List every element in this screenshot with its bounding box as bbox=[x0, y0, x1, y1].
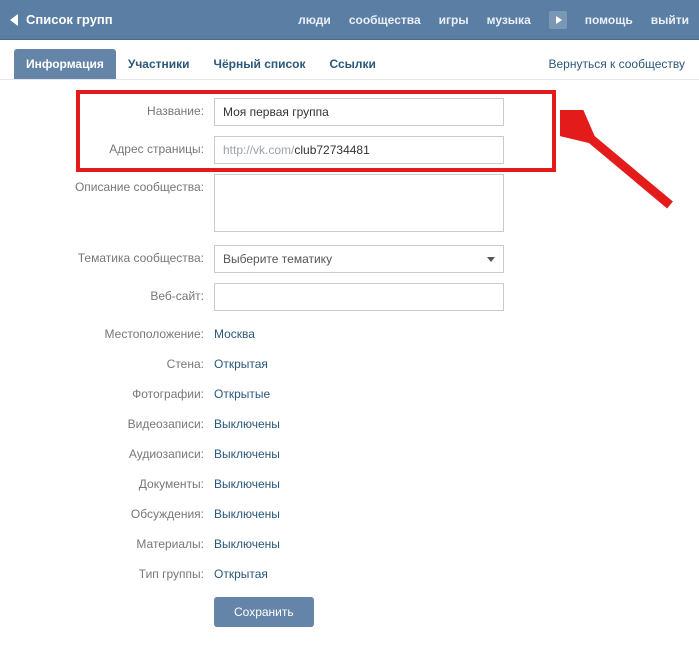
save-button[interactable]: Сохранить bbox=[214, 597, 314, 627]
nav-communities[interactable]: сообщества bbox=[349, 13, 421, 27]
audios-value[interactable]: Выключены bbox=[214, 441, 280, 461]
discussions-label: Обсуждения: bbox=[24, 501, 214, 521]
photos-value[interactable]: Открытые bbox=[214, 381, 270, 401]
address-input[interactable]: http://vk.com/club72734481 bbox=[214, 136, 504, 164]
topbar-title: Список групп bbox=[26, 12, 113, 27]
description-label: Описание сообщества: bbox=[24, 174, 214, 194]
tab-blacklist[interactable]: Чёрный список bbox=[202, 49, 318, 79]
wall-value[interactable]: Открытая bbox=[214, 351, 268, 371]
materials-label: Материалы: bbox=[24, 531, 214, 551]
nav-music[interactable]: музыка bbox=[487, 13, 531, 27]
name-input[interactable] bbox=[214, 98, 504, 126]
name-label: Название: bbox=[24, 98, 214, 118]
location-label: Местоположение: bbox=[24, 321, 214, 341]
topbar: Список групп люди сообщества игры музыка… bbox=[0, 0, 699, 40]
back-icon bbox=[10, 14, 18, 26]
description-textarea[interactable] bbox=[214, 174, 504, 232]
website-input[interactable] bbox=[214, 283, 504, 311]
address-value: club72734481 bbox=[294, 143, 369, 157]
play-icon[interactable] bbox=[549, 11, 567, 29]
discussions-value[interactable]: Выключены bbox=[214, 501, 280, 521]
group-type-value[interactable]: Открытая bbox=[214, 561, 268, 581]
topic-select-text: Выберите тематику bbox=[223, 252, 332, 266]
materials-value[interactable]: Выключены bbox=[214, 531, 280, 551]
group-type-label: Тип группы: bbox=[24, 561, 214, 581]
website-label: Веб-сайт: bbox=[24, 283, 214, 303]
tab-links[interactable]: Ссылки bbox=[318, 49, 388, 79]
address-label: Адрес страницы: bbox=[24, 136, 214, 156]
nav-people[interactable]: люди bbox=[298, 13, 331, 27]
topbar-nav: люди сообщества игры музыка помощь выйти bbox=[298, 11, 689, 29]
back-to-groups[interactable]: Список групп bbox=[10, 12, 113, 27]
return-to-community-link[interactable]: Вернуться к сообществу bbox=[548, 57, 685, 71]
docs-label: Документы: bbox=[24, 471, 214, 491]
tab-members[interactable]: Участники bbox=[116, 49, 202, 79]
audios-label: Аудиозаписи: bbox=[24, 441, 214, 461]
location-value[interactable]: Москва bbox=[214, 321, 255, 341]
photos-label: Фотографии: bbox=[24, 381, 214, 401]
wall-label: Стена: bbox=[24, 351, 214, 371]
chevron-down-icon bbox=[487, 257, 495, 262]
docs-value[interactable]: Выключены bbox=[214, 471, 280, 491]
topic-label: Тематика сообщества: bbox=[24, 245, 214, 265]
videos-value[interactable]: Выключены bbox=[214, 411, 280, 431]
tabs-row: Информация Участники Чёрный список Ссылк… bbox=[0, 40, 699, 80]
nav-help[interactable]: помощь bbox=[585, 13, 633, 27]
address-prefix: http://vk.com/ bbox=[223, 143, 294, 157]
tab-information[interactable]: Информация bbox=[14, 49, 116, 79]
nav-logout[interactable]: выйти bbox=[651, 13, 689, 27]
videos-label: Видеозаписи: bbox=[24, 411, 214, 431]
settings-form: Название: Адрес страницы: http://vk.com/… bbox=[0, 80, 699, 661]
nav-games[interactable]: игры bbox=[439, 13, 469, 27]
topic-select[interactable]: Выберите тематику bbox=[214, 245, 504, 273]
